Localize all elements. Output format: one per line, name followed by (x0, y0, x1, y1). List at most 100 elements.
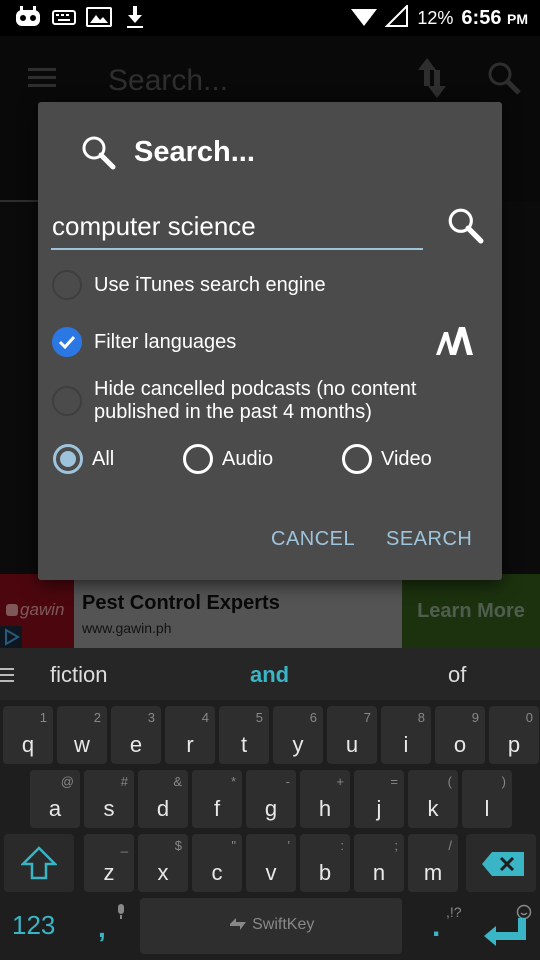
key-m[interactable]: / m (408, 834, 458, 892)
key-label: n (372, 860, 386, 885)
backspace-key[interactable] (466, 834, 536, 892)
radio-audio-label: Audio (222, 447, 274, 470)
keyboard: fiction and of 1q2w3e4r5t6y7u8i9o0p @ a # s… (0, 648, 540, 960)
space-key-label: SwiftKey (140, 916, 402, 934)
key-hint: _ (120, 838, 128, 853)
key-p[interactable]: 0p (489, 706, 539, 764)
key-hint: 6 (309, 710, 317, 725)
key-a[interactable]: @ a (30, 770, 80, 828)
key-t[interactable]: 5t (219, 706, 269, 764)
key-z[interactable]: _ z (84, 834, 134, 892)
itunes-option[interactable]: Use iTunes search engine (52, 270, 326, 300)
download-icon (124, 6, 146, 35)
key-label: o (453, 732, 467, 757)
key-n[interactable]: ; n (354, 834, 404, 892)
key-hint: : (340, 838, 344, 853)
key-hint: 3 (147, 710, 155, 725)
key-label: s (103, 796, 115, 821)
radio-video[interactable]: Video (342, 444, 432, 474)
shift-key[interactable] (4, 834, 74, 892)
key-hint: @ (60, 774, 74, 789)
radio-all-button[interactable] (53, 444, 83, 474)
key-hint: 7 (363, 710, 371, 725)
key-hint: - (285, 774, 290, 789)
filter-languages-checkbox[interactable] (52, 327, 82, 357)
key-hint: 0 (525, 710, 533, 725)
key-label: u (345, 732, 359, 757)
key-s[interactable]: # s (84, 770, 134, 828)
key-label: r (186, 732, 194, 757)
key-d[interactable]: & d (138, 770, 188, 828)
suggestion-bar: fiction and of (0, 648, 540, 700)
clock: 6:56 PM (461, 6, 528, 29)
key-label: t (240, 732, 248, 757)
key-r[interactable]: 4r (165, 706, 215, 764)
key-h[interactable]: + h (300, 770, 350, 828)
key-c[interactable]: " c (192, 834, 242, 892)
suggestion-middle[interactable]: and (250, 662, 289, 688)
numbers-key[interactable]: 123 (12, 910, 55, 941)
key-label: f (213, 796, 221, 821)
key-label: i (403, 732, 409, 757)
key-label: h (318, 796, 332, 821)
key-label: k (427, 796, 439, 821)
key-u[interactable]: 7u (327, 706, 377, 764)
radio-video-button[interactable] (342, 444, 372, 474)
key-o[interactable]: 9o (435, 706, 485, 764)
key-x[interactable]: $ x (138, 834, 188, 892)
key-b[interactable]: :b (300, 834, 350, 892)
key-k[interactable]: (k (408, 770, 458, 828)
itunes-checkbox[interactable] (52, 270, 82, 300)
hide-cancelled-option[interactable]: Hide cancelled podcasts (no content publ… (52, 378, 454, 424)
filter-languages-option[interactable]: Filter languages (52, 327, 236, 357)
keyboard-menu-icon[interactable] (0, 668, 14, 686)
search-button[interactable]: SEARCH (386, 528, 472, 551)
key-f[interactable]: * f (192, 770, 242, 828)
search-submit-icon[interactable] (446, 206, 484, 249)
cancel-button[interactable]: CANCEL (271, 528, 355, 551)
swiftkey-logo-icon (229, 918, 246, 930)
font-size-icon[interactable] (434, 326, 474, 364)
key-i[interactable]: 8i (381, 706, 431, 764)
key-e[interactable]: 3e (111, 706, 161, 764)
radio-audio[interactable]: Audio (183, 444, 273, 474)
key-hint: + (336, 774, 344, 789)
period-key[interactable]: . (432, 910, 440, 944)
hide-cancelled-label: Hide cancelled podcasts (no content publ… (94, 378, 417, 423)
radio-audio-button[interactable] (183, 444, 213, 474)
key-hint: ) (501, 774, 506, 789)
key-v[interactable]: ' v (246, 834, 296, 892)
suggestion-left[interactable]: fiction (50, 662, 107, 688)
key-label: q (21, 732, 35, 757)
key-hint: ; (394, 838, 398, 853)
key-hint: 4 (201, 710, 209, 725)
key-q[interactable]: 1q (3, 706, 53, 764)
key-l[interactable]: ) l (462, 770, 512, 828)
key-hint: 1 (39, 710, 47, 725)
key-w[interactable]: 2w (57, 706, 107, 764)
key-label: v (265, 860, 277, 885)
key-label: l (484, 796, 490, 821)
key-hint: " (231, 838, 236, 853)
key-hint: ( (447, 774, 452, 789)
enter-icon[interactable] (484, 918, 528, 953)
hide-cancelled-checkbox[interactable] (52, 386, 82, 416)
filter-languages-label: Filter languages (94, 330, 237, 353)
radio-all[interactable]: All (53, 444, 114, 474)
key-g[interactable]: -g (246, 770, 296, 828)
key-label: e (129, 732, 143, 757)
key-hint: & (173, 774, 182, 789)
key-label: g (264, 796, 278, 821)
key-hint: * (230, 774, 236, 789)
suggestion-right[interactable]: of (448, 662, 466, 688)
comma-key[interactable]: , (98, 912, 106, 944)
key-j[interactable]: = j (354, 770, 404, 828)
key-y[interactable]: 6y (273, 706, 323, 764)
space-key[interactable]: SwiftKey (140, 898, 402, 954)
microphone-icon[interactable] (116, 904, 126, 925)
key-label: m (423, 860, 443, 885)
key-hint: 9 (471, 710, 479, 725)
key-hint: $ (174, 838, 182, 853)
search-input[interactable]: computer science (51, 208, 423, 250)
period-key-hint: ,!? (446, 904, 462, 920)
